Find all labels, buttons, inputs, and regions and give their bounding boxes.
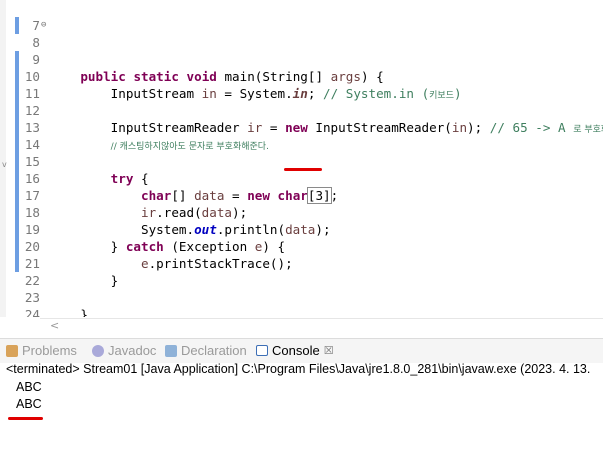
code-line[interactable]: 22 — [0, 255, 603, 288]
code-line[interactable]: 7 — [0, 0, 603, 33]
javadoc-icon — [92, 344, 104, 357]
tab-label: Problems — [22, 343, 77, 358]
code-line[interactable]: 12 InputStreamReader ir = new InputStrea… — [0, 85, 603, 135]
code-line[interactable]: 8 ⊖ public static void main(String[] arg… — [0, 17, 603, 84]
declaration-icon — [165, 344, 177, 357]
fold-icon[interactable]: ⊖ — [41, 17, 46, 34]
code-line[interactable]: 13 // 캐스팅하지않아도 문자로 부호화해준다. — [0, 102, 603, 152]
tab-problems[interactable]: Problems — [6, 343, 77, 358]
code-line[interactable]: 15 try { — [0, 136, 603, 186]
code-line[interactable]: 19 } catch (Exception e) { — [0, 204, 603, 254]
scroll-left-icon[interactable]: < — [50, 319, 59, 332]
console-status: <terminated> Stream01 [Java Application]… — [6, 362, 591, 376]
tab-label: Declaration — [181, 343, 247, 358]
tab-label: Javadoc — [108, 343, 157, 358]
tab-javadoc[interactable]: Javadoc — [92, 343, 156, 358]
code-line[interactable]: 24 — [0, 289, 603, 317]
code-line[interactable]: 25 } — [0, 306, 603, 317]
tab-declaration[interactable]: Declaration — [165, 343, 247, 358]
code-line[interactable]: 17 ir.read(data); — [0, 170, 603, 220]
code-line[interactable]: 14 — [0, 119, 603, 152]
red-underline-annotation — [8, 417, 43, 420]
code-line[interactable]: 11 — [0, 68, 603, 101]
code-line[interactable]: 9 — [0, 34, 603, 67]
code-line[interactable]: 23 } — [0, 272, 603, 317]
horizontal-scrollbar[interactable]: < — [40, 318, 603, 334]
code-line[interactable]: 10 InputStream in = System.in; // System… — [0, 51, 603, 101]
tab-console[interactable]: Console ☒ — [256, 343, 334, 358]
code-editor[interactable]: v 7 8 ⊖ public static void main(String[]… — [0, 0, 603, 317]
console-input-echo: ABC — [16, 380, 42, 394]
code-line[interactable]: 18 System.out.println(data); — [0, 187, 603, 237]
code-line[interactable]: 20 e.printStackTrace(); — [0, 221, 603, 271]
red-underline-annotation — [284, 168, 322, 171]
console-icon — [256, 345, 268, 356]
view-tabs: Problems Javadoc Declaration Console ☒ — [0, 338, 603, 363]
tab-label: Console — [272, 343, 320, 358]
console-output: ABC — [16, 397, 42, 411]
close-icon[interactable]: ☒ — [324, 344, 334, 357]
code-line[interactable]: 21 } — [0, 238, 603, 288]
problems-icon — [6, 344, 18, 357]
